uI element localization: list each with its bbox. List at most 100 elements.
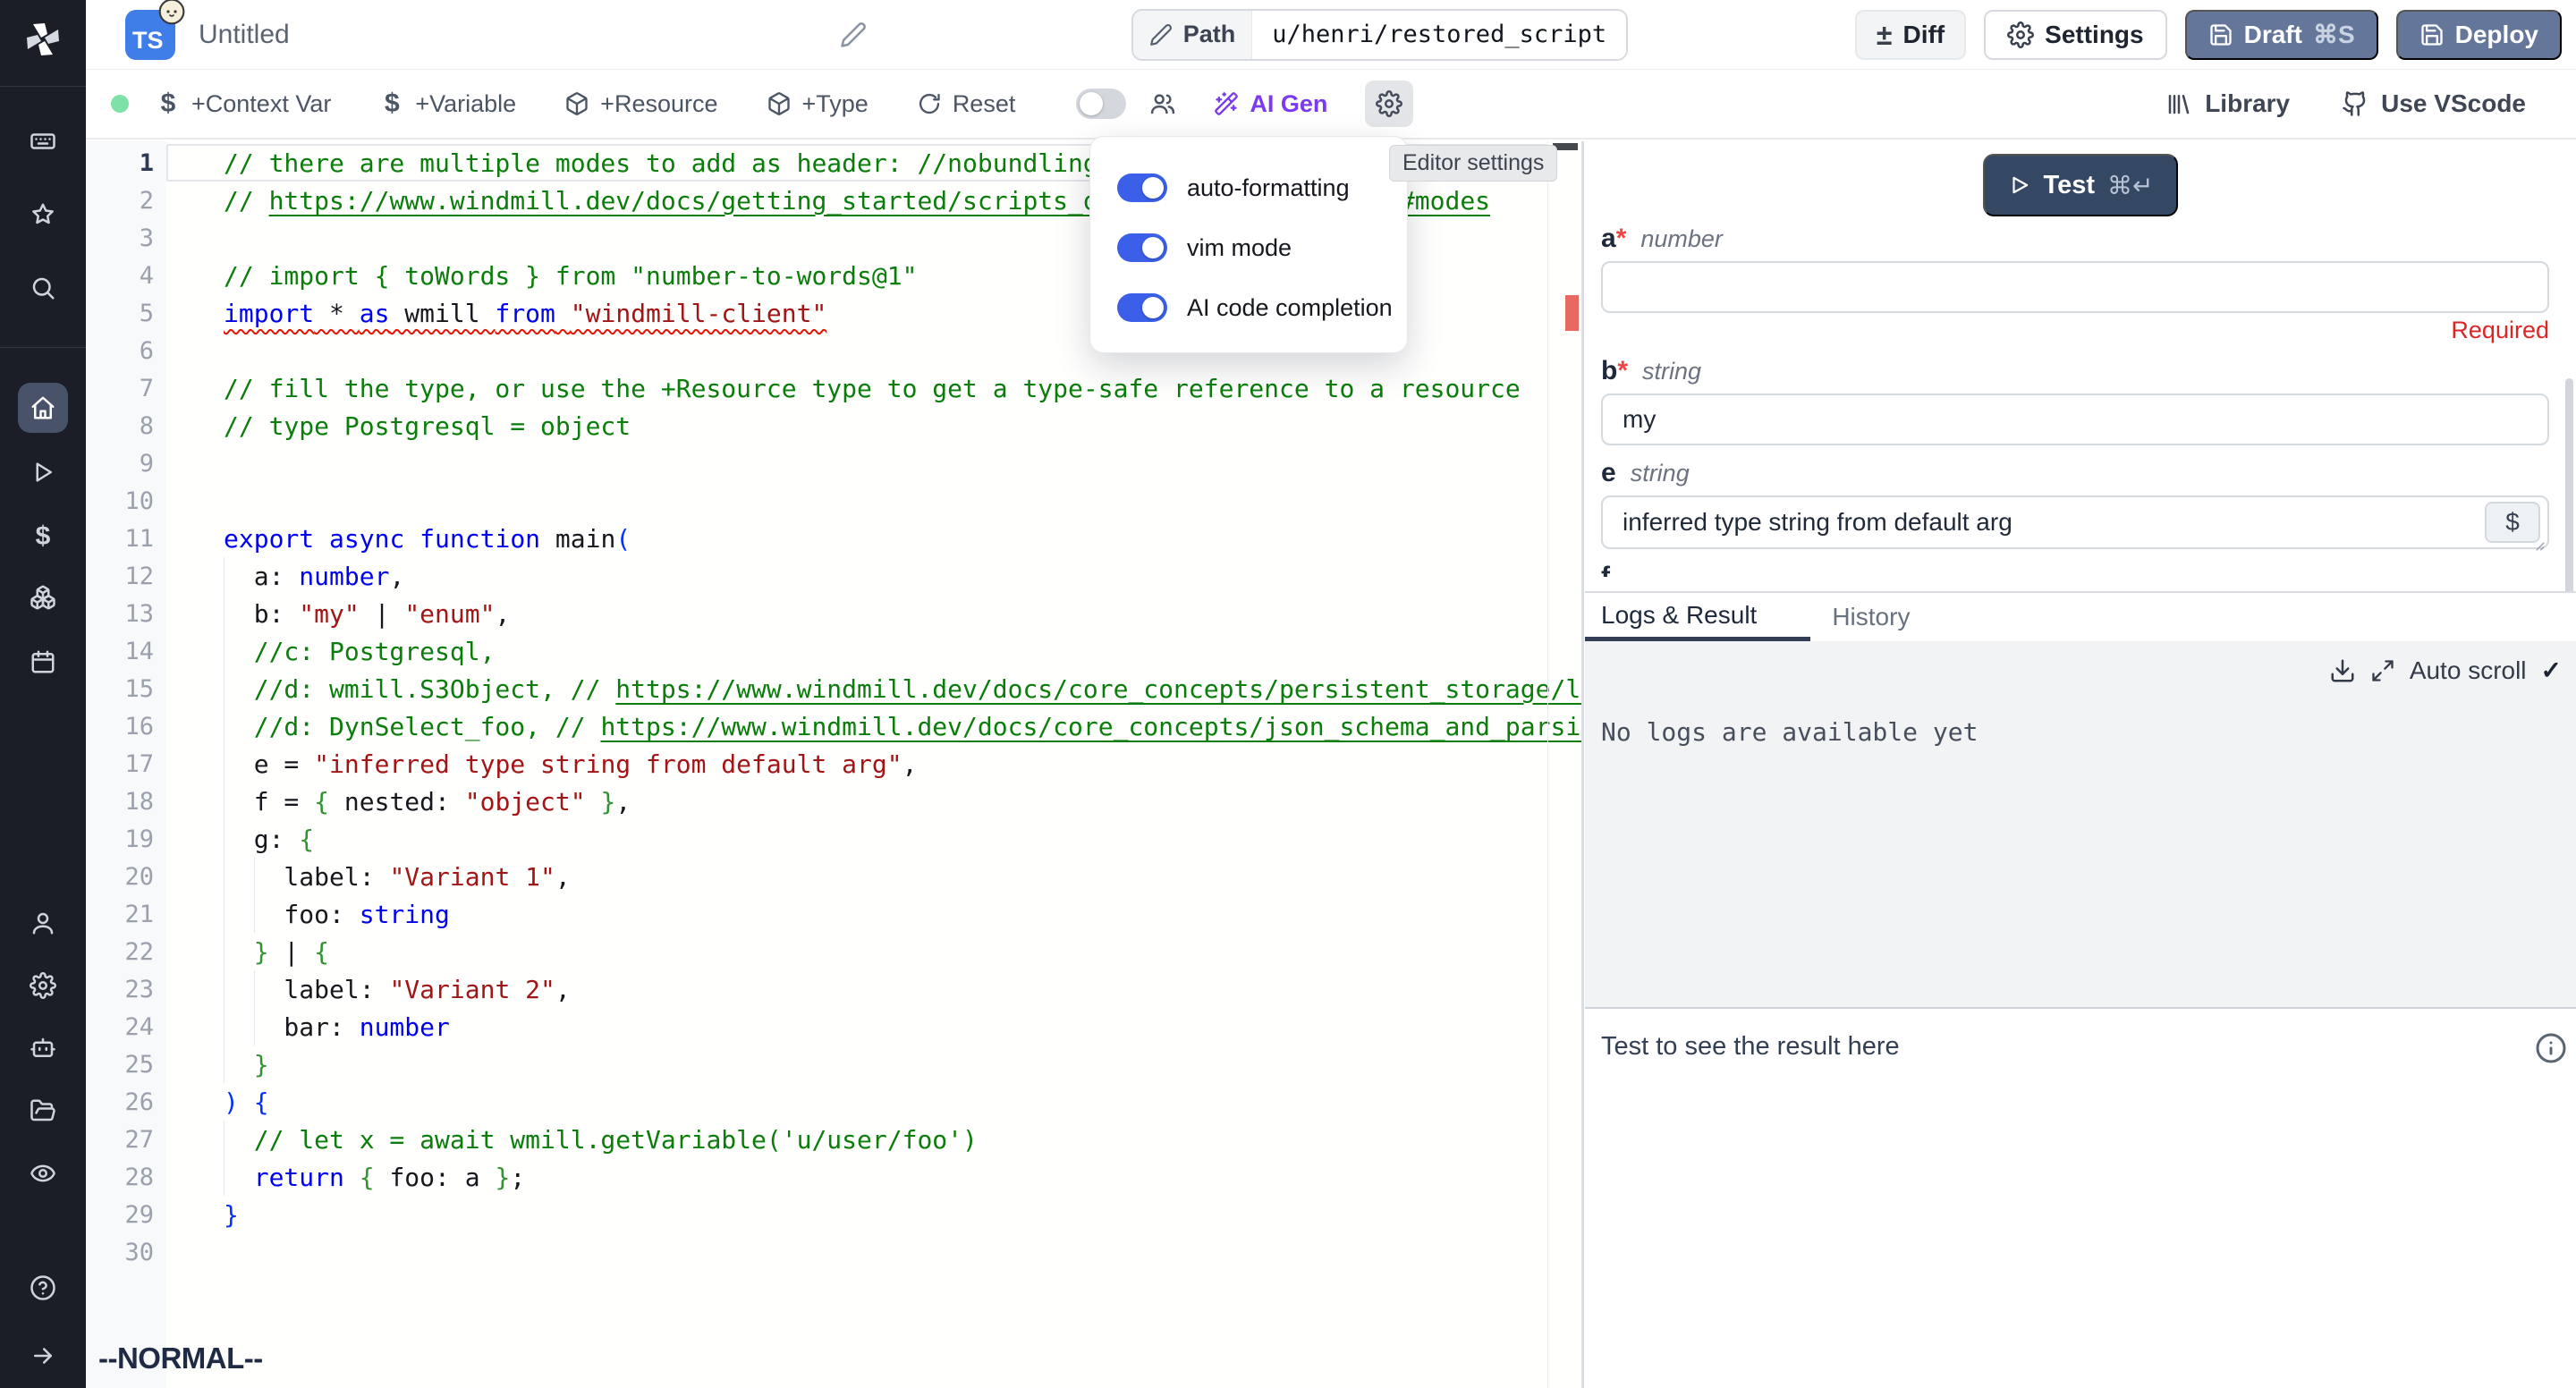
sidebar-item-eye[interactable] (30, 1148, 56, 1198)
arg-a-error: Required (1601, 317, 2549, 343)
menu-item-auto-formatting[interactable]: auto-formatting (1090, 165, 1407, 210)
tab-history[interactable]: History (1810, 593, 1931, 641)
windmill-logo[interactable] (21, 18, 64, 61)
sidebar-item-calendar[interactable] (30, 637, 56, 687)
sidebar-item-keyboard[interactable] (30, 116, 56, 166)
sidebar-item-star[interactable] (30, 190, 56, 240)
arg-a-input[interactable] (1601, 261, 2549, 313)
code-line[interactable]: 26) { (86, 1083, 1581, 1121)
sidebar-item-search[interactable] (30, 263, 56, 313)
code-line[interactable]: 28 return { foo: a }; (86, 1158, 1581, 1196)
code-line[interactable]: 25 } (86, 1045, 1581, 1083)
download-icon[interactable] (2329, 657, 2356, 684)
toggle-switch[interactable] (1117, 233, 1167, 262)
sidebar-item-folder[interactable] (30, 1086, 56, 1136)
ai-gen-button[interactable]: AI Gen (1214, 90, 1327, 118)
library-label: Library (2205, 89, 2290, 118)
code-line[interactable]: 16 //d: DynSelect_foo, // https://www.wi… (86, 707, 1581, 745)
editor-settings-button[interactable] (1365, 80, 1413, 127)
sidebar-item-user[interactable] (30, 898, 56, 948)
line-number: 6 (86, 337, 166, 365)
toolbar-button-variable[interactable]: $+Variable (379, 90, 516, 118)
code-text: // fill the type, or use the +Resource t… (166, 374, 1521, 403)
arg-e-input[interactable]: inferred type string from default arg$ (1601, 495, 2549, 549)
sidebar-item-home[interactable] (18, 383, 68, 433)
code-line[interactable]: 12 a: number, (86, 557, 1581, 595)
code-line[interactable]: 17 e = "inferred type string from defaul… (86, 745, 1581, 783)
expand-icon[interactable] (2370, 658, 2395, 683)
sidebar-item-boxes[interactable] (30, 572, 56, 622)
line-number: 4 (86, 262, 166, 290)
toggle-switch[interactable] (1117, 174, 1167, 202)
diff-button[interactable]: ± Diff (1855, 10, 1966, 60)
code-line[interactable]: 30 (86, 1233, 1581, 1271)
code-line[interactable]: 11export async function main( (86, 520, 1581, 557)
sidebar: $ (0, 0, 86, 1388)
sidebar-item-bot[interactable] (30, 1023, 56, 1073)
code-line[interactable]: 9 (86, 444, 1581, 482)
code-line[interactable]: 7// fill the type, or use the +Resource … (86, 369, 1581, 407)
toolbar-button-label: +Context Var (191, 90, 331, 118)
sidebar-item-help[interactable] (30, 1263, 56, 1313)
gear-icon (1376, 90, 1402, 117)
diff-mode-toggle[interactable] (1076, 89, 1126, 119)
sidebar-item-arrow-right[interactable] (30, 1331, 56, 1381)
sidebar-item-gear[interactable] (30, 961, 56, 1011)
code-line[interactable]: 21 foo: string (86, 895, 1581, 933)
toolbar-button-type[interactable]: +Type (767, 90, 869, 118)
sidebar-item-play[interactable] (30, 447, 56, 497)
arg-b-input[interactable]: my (1601, 394, 2549, 445)
run-panel: Test ⌘↵ a*numberRequiredb*stringmyestrin… (1585, 141, 2576, 1388)
code-line[interactable]: 8// type Postgresql = object (86, 407, 1581, 444)
overview-ruler-error-mark (1565, 295, 1579, 331)
code-line[interactable]: 22 } | { (86, 933, 1581, 970)
panel-splitter[interactable] (1581, 141, 1584, 1388)
use-vscode-button[interactable]: Use VScode (2342, 89, 2526, 118)
package-icon (767, 91, 792, 116)
library-button[interactable]: Library (2165, 89, 2290, 118)
test-button[interactable]: Test ⌘↵ (1983, 154, 2179, 216)
test-button-label: Test (2044, 171, 2095, 200)
info-icon[interactable] (2535, 1032, 2567, 1064)
code-text: label: "Variant 2", (166, 975, 571, 1004)
toggle-switch[interactable] (1117, 293, 1167, 322)
path-field[interactable]: Path u/henri/restored_script (1131, 9, 1628, 61)
code-line[interactable]: 23 label: "Variant 2", (86, 970, 1581, 1008)
line-number: 11 (86, 525, 166, 553)
code-line[interactable]: 19 g: { (86, 820, 1581, 858)
code-text: // type Postgresql = object (166, 411, 631, 441)
arg-value: my (1623, 405, 1656, 434)
code-line[interactable]: 18 f = { nested: "object" }, (86, 783, 1581, 820)
code-line[interactable]: 14 //c: Postgresql, (86, 632, 1581, 670)
resize-handle-icon[interactable] (2529, 529, 2546, 546)
code-line[interactable]: 15 //d: wmill.S3Object, // https://www.w… (86, 670, 1581, 707)
code-line[interactable]: 13 b: "my" | "enum", (86, 595, 1581, 632)
deploy-button[interactable]: Deploy (2396, 10, 2562, 60)
code-line[interactable]: 20 label: "Variant 1", (86, 858, 1581, 895)
toolbar-button-label: +Type (802, 90, 869, 118)
test-shortcut: ⌘↵ (2107, 171, 2153, 200)
check-icon[interactable]: ✓ (2541, 656, 2562, 685)
code-line[interactable]: 27 // let x = await wmill.getVariable('u… (86, 1121, 1581, 1158)
line-number: 5 (86, 300, 166, 327)
menu-item-ai-code-completion[interactable]: AI code completion (1090, 285, 1407, 330)
menu-item-vim-mode[interactable]: vim mode (1090, 225, 1407, 270)
toolbar-button-resource[interactable]: +Resource (564, 90, 717, 118)
settings-button[interactable]: Settings (1984, 10, 2166, 60)
auto-scroll-label[interactable]: Auto scroll (2410, 656, 2527, 685)
user-icon (30, 910, 56, 936)
edit-summary-pencil-icon[interactable] (840, 21, 867, 48)
users-icon[interactable] (1149, 90, 1176, 117)
code-text: ) { (166, 1088, 269, 1117)
toolbar-button-contextvar[interactable]: $+Context Var (156, 90, 331, 118)
code-text: } (166, 1050, 269, 1079)
line-number: 17 (86, 750, 166, 778)
editor-settings-menu: auto-formatting vim mode AI code completio… (1089, 136, 1408, 353)
sidebar-item-dollar[interactable]: $ (30, 512, 56, 562)
tab-logs-result[interactable]: Logs & Result (1585, 593, 1810, 641)
toolbar-button-reset[interactable]: Reset (917, 90, 1016, 118)
draft-button[interactable]: Draft ⌘S (2185, 10, 2378, 60)
code-line[interactable]: 29} (86, 1196, 1581, 1233)
code-line[interactable]: 24 bar: number (86, 1008, 1581, 1045)
code-line[interactable]: 10 (86, 482, 1581, 520)
